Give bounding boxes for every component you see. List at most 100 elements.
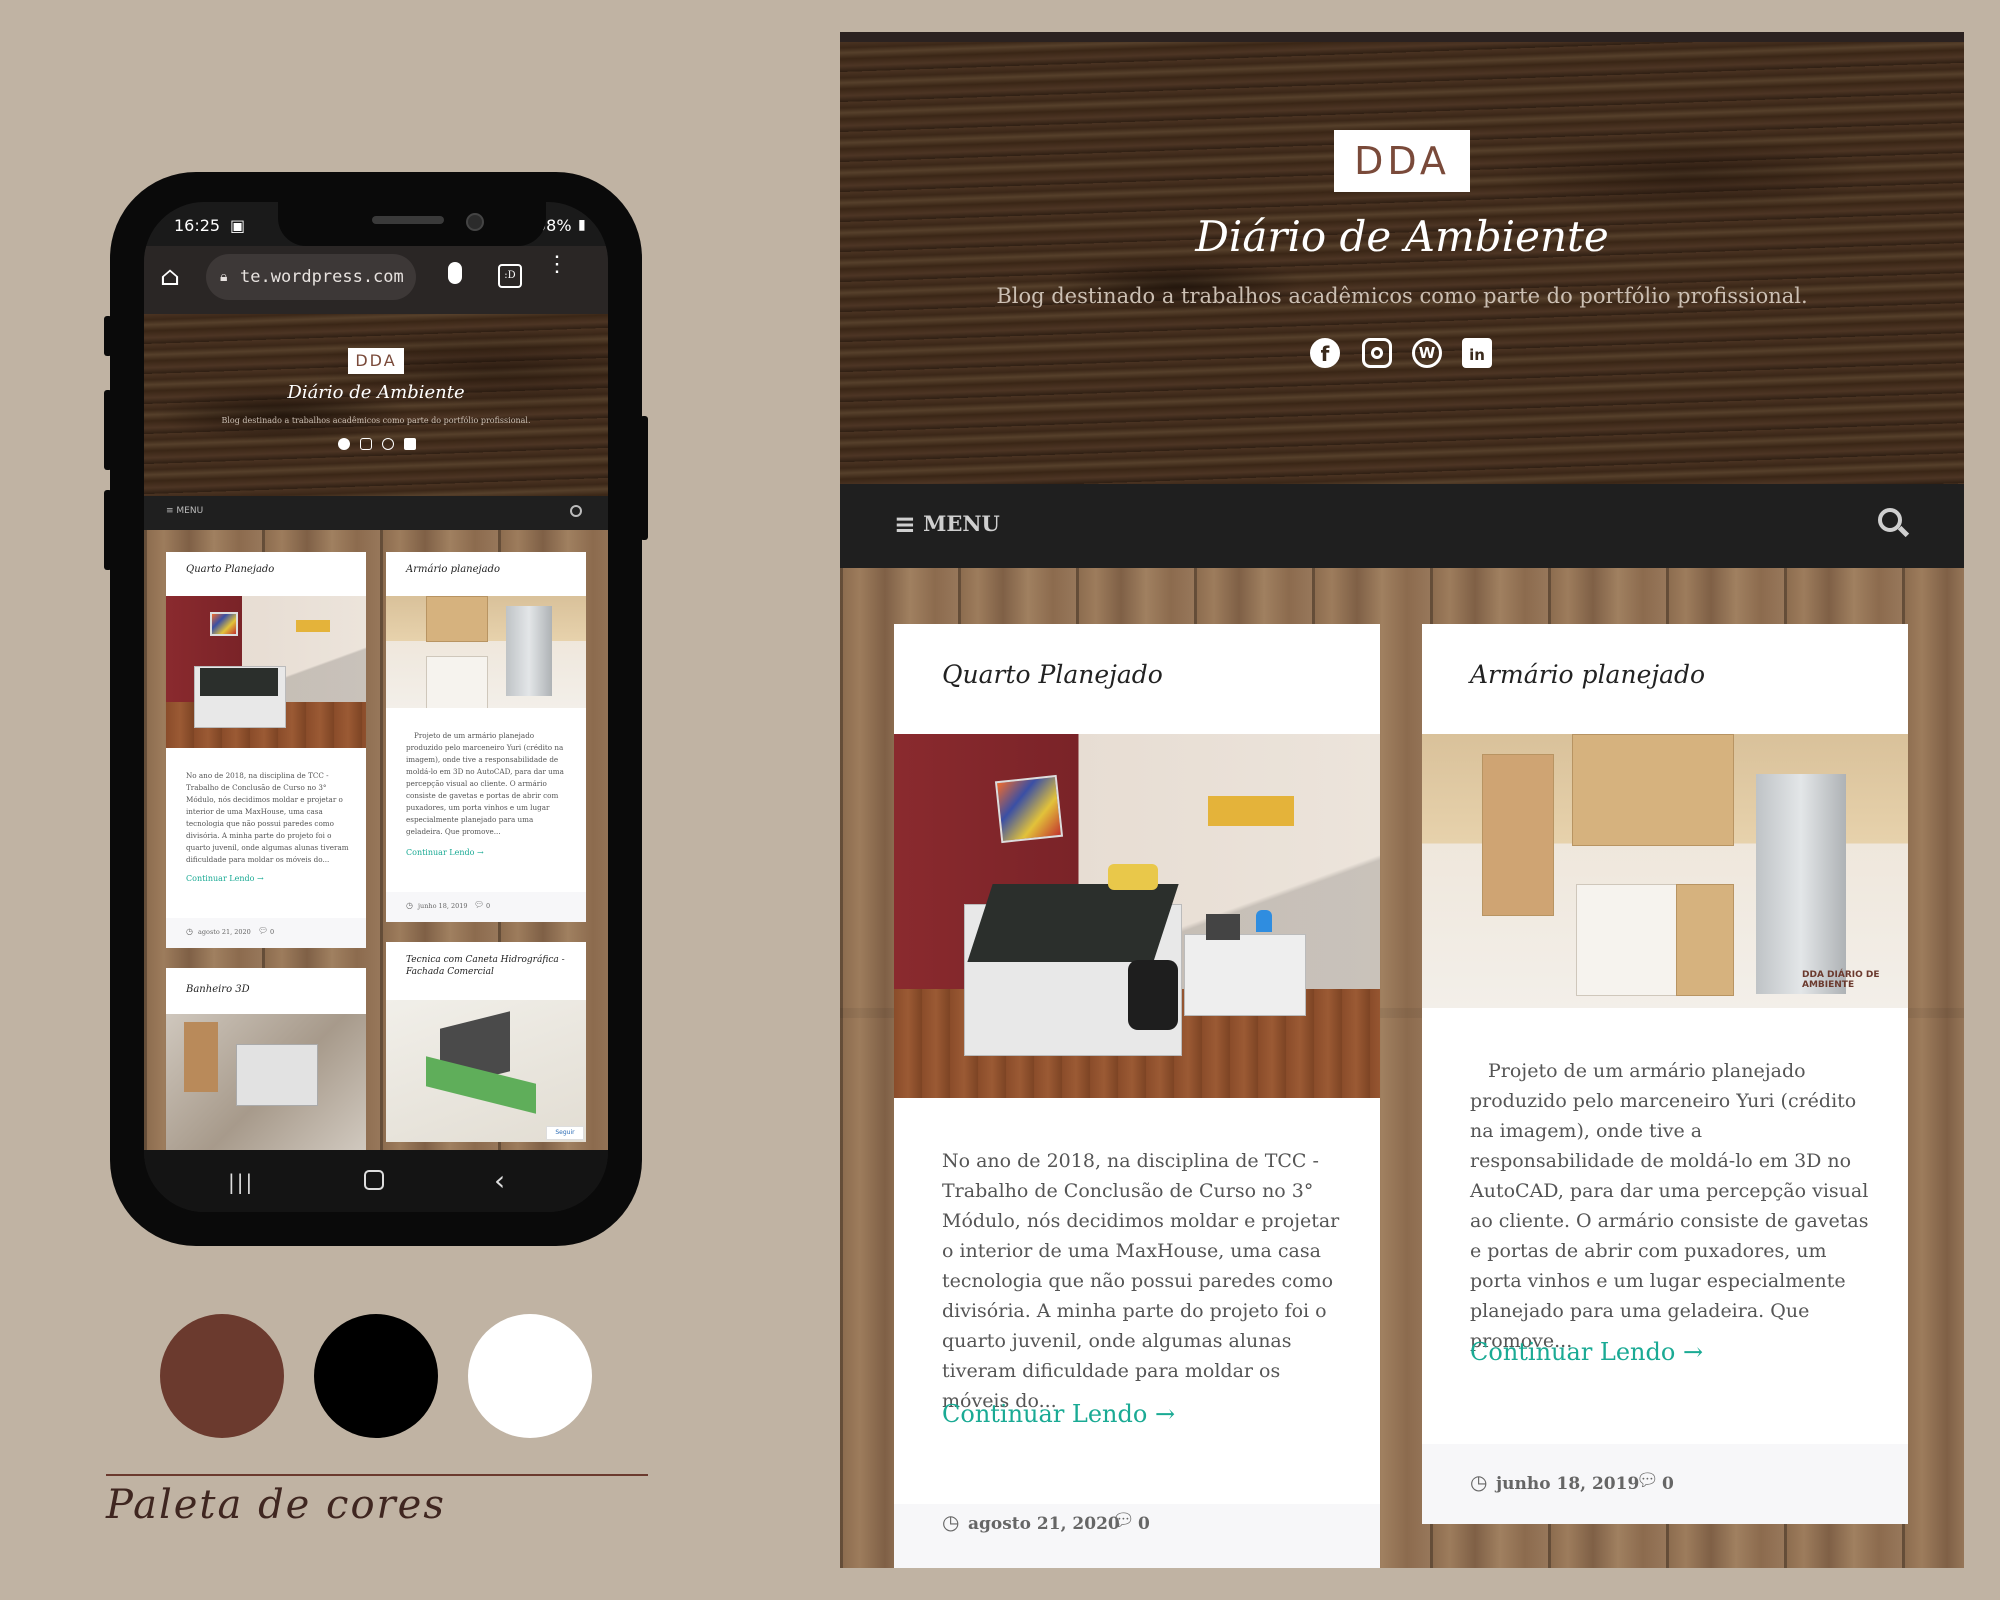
post-meta: ◷ agosto 21, 2020 💬︎ 0 [894, 1504, 1380, 1568]
status-image-icon: ▣ [230, 216, 246, 235]
post-card: Quarto Planejado No ano de 2018, na disc… [894, 624, 1380, 1568]
instagram-icon[interactable] [1362, 338, 1392, 368]
tab-switcher-icon[interactable]: :D [498, 264, 522, 288]
clock-icon: ◷ [1470, 1470, 1488, 1494]
url-text: te.wordpress.com [240, 267, 404, 287]
linkedin-icon[interactable]: in [1462, 338, 1492, 368]
menu-button[interactable]: ≡ MENU [894, 510, 1000, 540]
mobile-continue-link[interactable]: Continuar Lendo → [406, 848, 484, 857]
mobile-continue-link[interactable]: Continuar Lendo → [186, 874, 264, 883]
comment-icon: 💬︎ [258, 926, 269, 935]
search-icon[interactable] [1878, 508, 1910, 542]
mobile-post-image[interactable] [166, 596, 366, 748]
post-title[interactable]: Quarto Planejado [942, 660, 1163, 689]
mobile-search-icon[interactable] [570, 505, 582, 517]
site-title[interactable]: Diário de Ambiente [840, 212, 1964, 261]
mobile-post-image[interactable]: Seguir [386, 1000, 586, 1142]
site-header: DDA Diário de Ambiente Blog destinado a … [840, 32, 1964, 484]
browser-toolbar: ⌂ 🔒︎ te.wordpress.com :D ⋮ [144, 246, 608, 314]
facebook-icon[interactable] [338, 438, 350, 450]
post-meta: ◷ junho 18, 2019 💬︎ 0 [1422, 1444, 1908, 1524]
phone-notch [278, 202, 546, 246]
home-button-icon[interactable] [364, 1170, 384, 1190]
continue-reading-link[interactable]: Continuar Lendo → [942, 1400, 1175, 1428]
lock-icon: 🔒︎ [220, 269, 228, 285]
mobile-post-card: Banheiro 3D [166, 968, 366, 1174]
mobile-post-meta: ◷ junho 18, 2019 💬︎ 0 [386, 892, 586, 922]
post-date[interactable]: agosto 21, 2020 [968, 1514, 1120, 1534]
mobile-comment-count[interactable]: 0 [270, 928, 274, 936]
microphone-icon[interactable] [448, 262, 462, 284]
mobile-post-meta: ◷ agosto 21, 2020 💬︎ 0 [166, 918, 366, 948]
facebook-icon[interactable]: f [1310, 338, 1340, 368]
comment-icon: 💬︎ [474, 900, 485, 909]
desktop-site: DDA Diário de Ambiente Blog destinado a … [840, 32, 1964, 1568]
clock-icon: ◷ [942, 1510, 960, 1534]
comment-icon: 💬︎ [1636, 1470, 1659, 1491]
recents-icon[interactable]: ||| [228, 1170, 254, 1194]
palette-swatch-black [314, 1314, 438, 1438]
comment-count[interactable]: 0 [1138, 1514, 1150, 1534]
post-card: Armário planejado DDA DIÁRIO DE AMBIENTE… [1422, 624, 1908, 1524]
post-excerpt: Projeto de um armário planejado produzid… [1470, 1060, 1869, 1352]
phone-navigation-bar: ||| ‹ [144, 1150, 608, 1212]
mobile-post-excerpt: Projeto de um armário planejado produzid… [406, 731, 564, 836]
mobile-post-card: Quarto Planejado No ano de 2018, na disc… [166, 552, 366, 948]
mobile-post-grid: Quarto Planejado No ano de 2018, na disc… [144, 530, 608, 1174]
mobile-site-header: DDA Diário de Ambiente Blog destinado a … [144, 314, 608, 496]
palette-divider [106, 1474, 648, 1476]
wordpress-icon[interactable]: W [1412, 338, 1442, 368]
mobile-post-image[interactable] [386, 596, 586, 708]
post-image[interactable]: DDA DIÁRIO DE AMBIENTE [1422, 734, 1908, 1008]
comment-count[interactable]: 0 [1662, 1474, 1674, 1494]
back-icon[interactable]: ‹ [494, 1164, 505, 1197]
mobile-site-nav: ≡ MENU [144, 496, 608, 530]
post-excerpt: No ano de 2018, na disciplina de TCC - T… [942, 1150, 1340, 1412]
mobile-post-title[interactable]: Tecnica com Caneta Hidrográfica - Fachad… [406, 954, 576, 978]
mobile-site-title[interactable]: Diário de Ambiente [144, 382, 608, 403]
linkedin-icon[interactable] [404, 438, 416, 450]
mobile-comment-count[interactable]: 0 [486, 902, 490, 910]
more-options-icon[interactable]: ⋮ [546, 254, 568, 276]
phone-mockup: 16:25 ▣ .ıl 58% ▮ ⌂ 🔒︎ te.wordpress.com … [110, 172, 642, 1246]
mobile-post-date[interactable]: agosto 21, 2020 [198, 928, 251, 936]
mobile-post-title[interactable]: Banheiro 3D [186, 984, 250, 995]
mobile-post-date[interactable]: junho 18, 2019 [418, 902, 468, 910]
site-tagline: Blog destinado a trabalhos acadêmicos co… [996, 284, 1808, 308]
clock-icon: ◷ [186, 927, 193, 936]
mobile-post-title[interactable]: Armário planejado [406, 564, 500, 575]
battery-icon: ▮ [578, 217, 586, 233]
post-image[interactable] [894, 734, 1380, 1098]
post-grid: Quarto Planejado No ano de 2018, na disc… [840, 568, 1964, 1568]
clock-icon: ◷ [406, 901, 413, 910]
comment-icon: 💬︎ [1112, 1510, 1135, 1531]
mobile-post-card: Armário planejado Projeto de um armário … [386, 552, 586, 922]
post-date[interactable]: junho 18, 2019 [1496, 1474, 1639, 1494]
mobile-social-icons [338, 438, 418, 452]
palette-swatch-white [468, 1314, 592, 1438]
site-logo[interactable]: DDA [1334, 130, 1470, 192]
continue-reading-link[interactable]: Continuar Lendo → [1470, 1338, 1703, 1366]
home-icon[interactable]: ⌂ [160, 262, 180, 292]
phone-screen: 16:25 ▣ .ıl 58% ▮ ⌂ 🔒︎ te.wordpress.com … [144, 202, 608, 1212]
follow-button[interactable]: Seguir [546, 1126, 584, 1140]
site-nav: ≡ MENU [840, 484, 1964, 568]
mobile-menu-button[interactable]: ≡ MENU [166, 506, 203, 516]
image-watermark: DDA DIÁRIO DE AMBIENTE [1802, 970, 1880, 990]
post-title[interactable]: Armário planejado [1470, 660, 1705, 689]
mobile-post-card: Tecnica com Caneta Hidrográfica - Fachad… [386, 942, 586, 1142]
wordpress-icon[interactable] [382, 438, 394, 450]
menu-label: MENU [923, 511, 1000, 536]
mobile-site-logo[interactable]: DDA [348, 348, 404, 374]
hamburger-icon: ≡ [894, 510, 916, 540]
mobile-site-tagline: Blog destinado a trabalhos acadêmicos co… [221, 416, 531, 425]
social-icons: f W in [1310, 338, 1510, 374]
instagram-icon[interactable] [360, 438, 372, 450]
palette-swatch-brown [160, 1314, 284, 1438]
mobile-post-excerpt: No ano de 2018, na disciplina de TCC - T… [186, 771, 349, 864]
url-bar[interactable]: 🔒︎ te.wordpress.com [206, 254, 416, 300]
hamburger-icon: ≡ [166, 506, 174, 516]
palette-label: Paleta de cores [106, 1482, 446, 1528]
mobile-post-title[interactable]: Quarto Planejado [186, 564, 274, 575]
status-time: 16:25 [174, 216, 221, 235]
